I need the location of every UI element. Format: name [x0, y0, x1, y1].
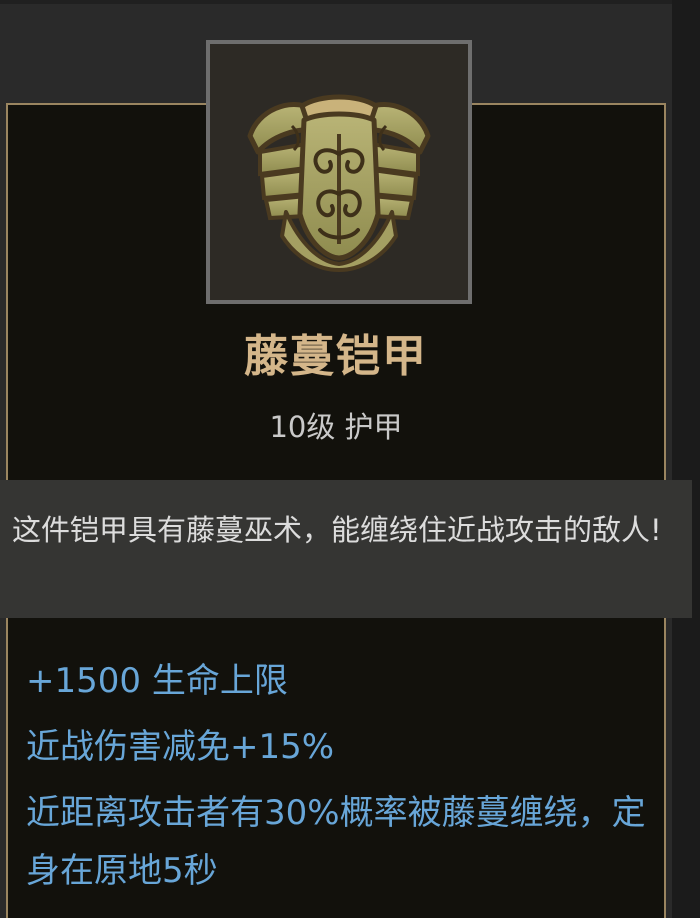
stat-vine-root-chance: 近距离攻击者有30%概率被藤蔓缠绕，定身在原地5秒 — [26, 793, 646, 891]
item-name: 藤蔓铠甲 — [244, 331, 428, 382]
scroll-edge — [672, 0, 700, 918]
item-icon-frame — [206, 40, 472, 304]
item-level-type: 10级 护甲 — [269, 410, 403, 444]
item-description: 这件铠甲具有藤蔓巫术，能缠绕住近战攻击的敌人! — [12, 513, 662, 547]
top-edge — [0, 0, 672, 4]
stat-max-health: +1500 生命上限 — [26, 661, 288, 701]
stat-melee-damage-reduction: 近战伤害减免+15% — [26, 727, 335, 767]
vine-armor-chestplate-icon — [247, 94, 431, 272]
